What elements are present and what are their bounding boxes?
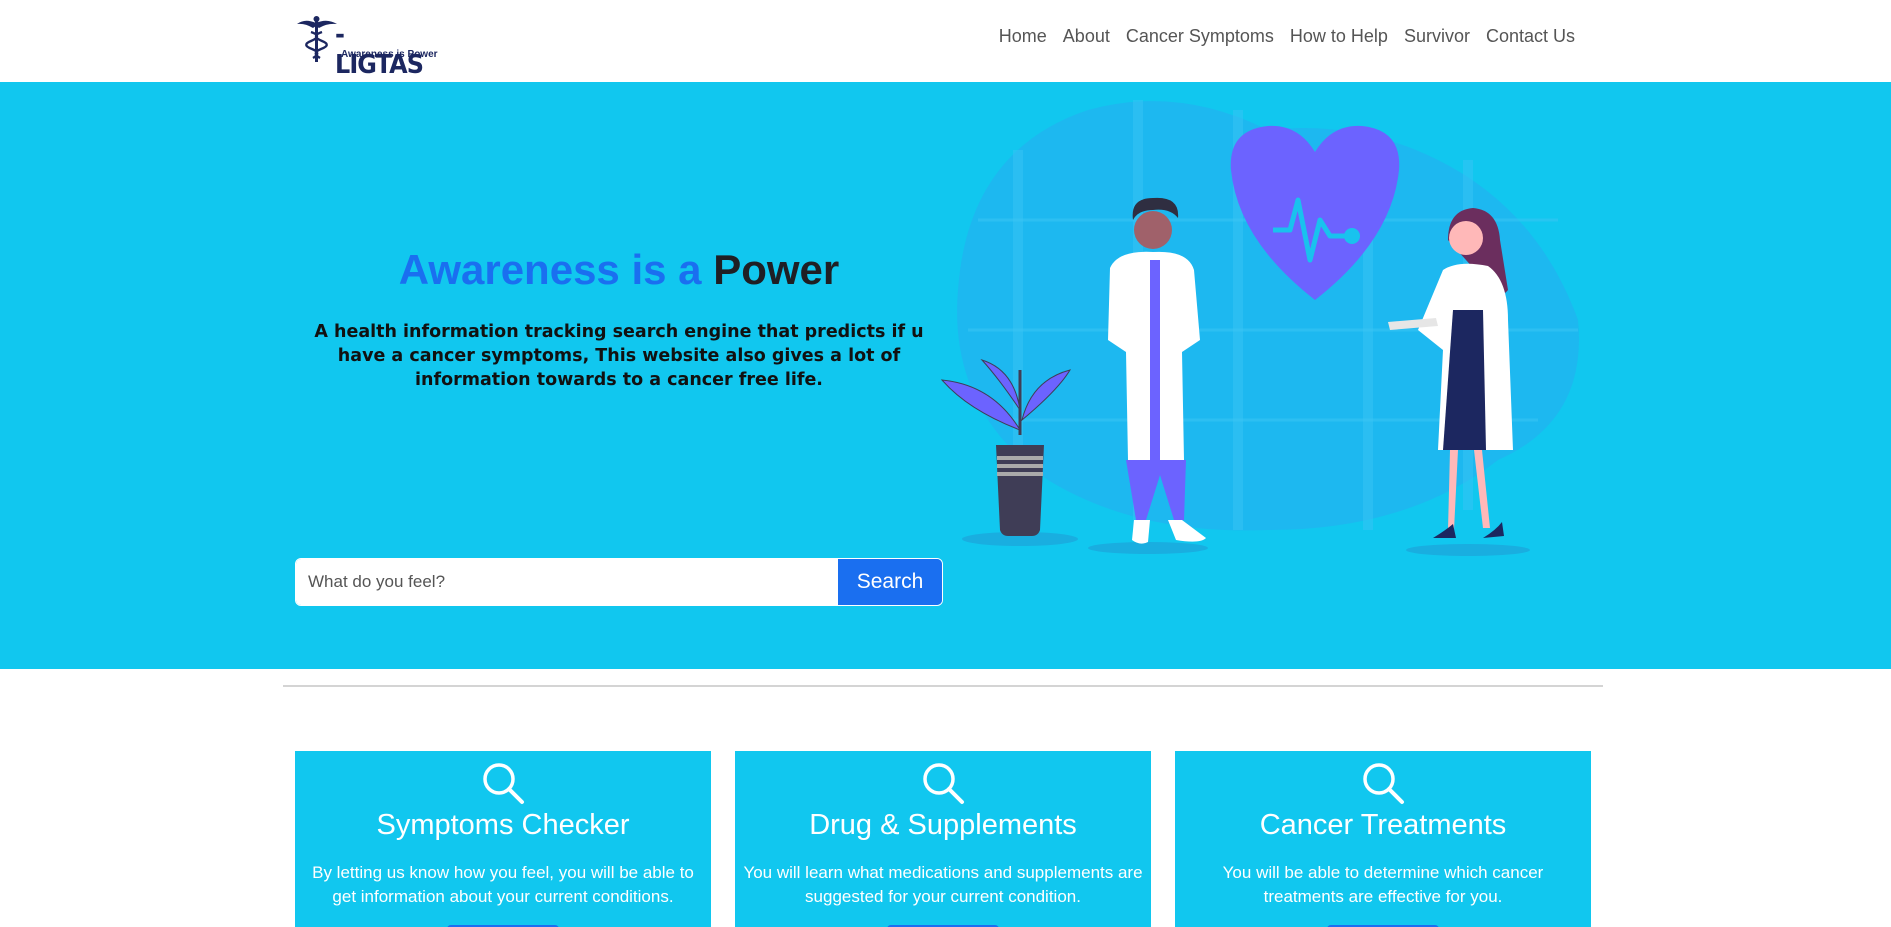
search-icon — [483, 763, 524, 804]
hero-title: Awareness is a Power — [295, 246, 943, 294]
search-input[interactable] — [296, 559, 838, 605]
nav-item-home[interactable]: Home — [991, 26, 1055, 47]
card-title: Symptoms Checker — [376, 809, 630, 841]
search-icon — [923, 763, 964, 804]
card-text: You will be able to determine which canc… — [1222, 863, 1544, 906]
nav-item-survivor[interactable]: Survivor — [1396, 26, 1478, 47]
caduceus-icon — [297, 16, 337, 62]
search-icon — [1363, 763, 1404, 804]
hero-title-highlight: Awareness is a — [398, 246, 702, 293]
main-nav: Home About Cancer Symptoms How to Help S… — [991, 26, 1583, 47]
brand-logo[interactable]: -LIGTAS Awareness is Power — [295, 14, 438, 80]
symptom-search-form: Search — [295, 558, 943, 606]
feature-card-drug-supplements: Drug & Supplements You will learn what m… — [735, 751, 1151, 927]
navbar: -LIGTAS Awareness is Power Home About Ca… — [0, 0, 1891, 82]
nav-item-how-to-help[interactable]: How to Help — [1282, 26, 1396, 47]
nav-item-about[interactable]: About — [1055, 26, 1118, 47]
nav-item-contact-us[interactable]: Contact Us — [1478, 26, 1583, 47]
card-text: By letting us know how you feel, you wil… — [312, 863, 694, 906]
card-text: You will learn what medications and supp… — [743, 863, 1143, 906]
section-divider — [283, 685, 1603, 687]
hero-description: A health information tracking search eng… — [314, 322, 924, 390]
search-button[interactable]: Search — [838, 559, 942, 605]
doctors-illustration — [940, 100, 1579, 556]
nav-item-cancer-symptoms[interactable]: Cancer Symptoms — [1118, 26, 1282, 47]
card-title: Drug & Supplements — [809, 809, 1077, 841]
hero-section: Awareness is a Power A health informatio… — [0, 82, 1891, 669]
hero-title-rest: Power — [713, 246, 840, 293]
brand-tagline: Awareness is Power — [341, 49, 438, 60]
card-title: Cancer Treatments — [1259, 809, 1507, 841]
feature-card-cancer-treatments: Cancer Treatments You will be able to de… — [1175, 751, 1591, 927]
feature-card-symptoms-checker: Symptoms Checker By letting us know how … — [295, 751, 711, 927]
